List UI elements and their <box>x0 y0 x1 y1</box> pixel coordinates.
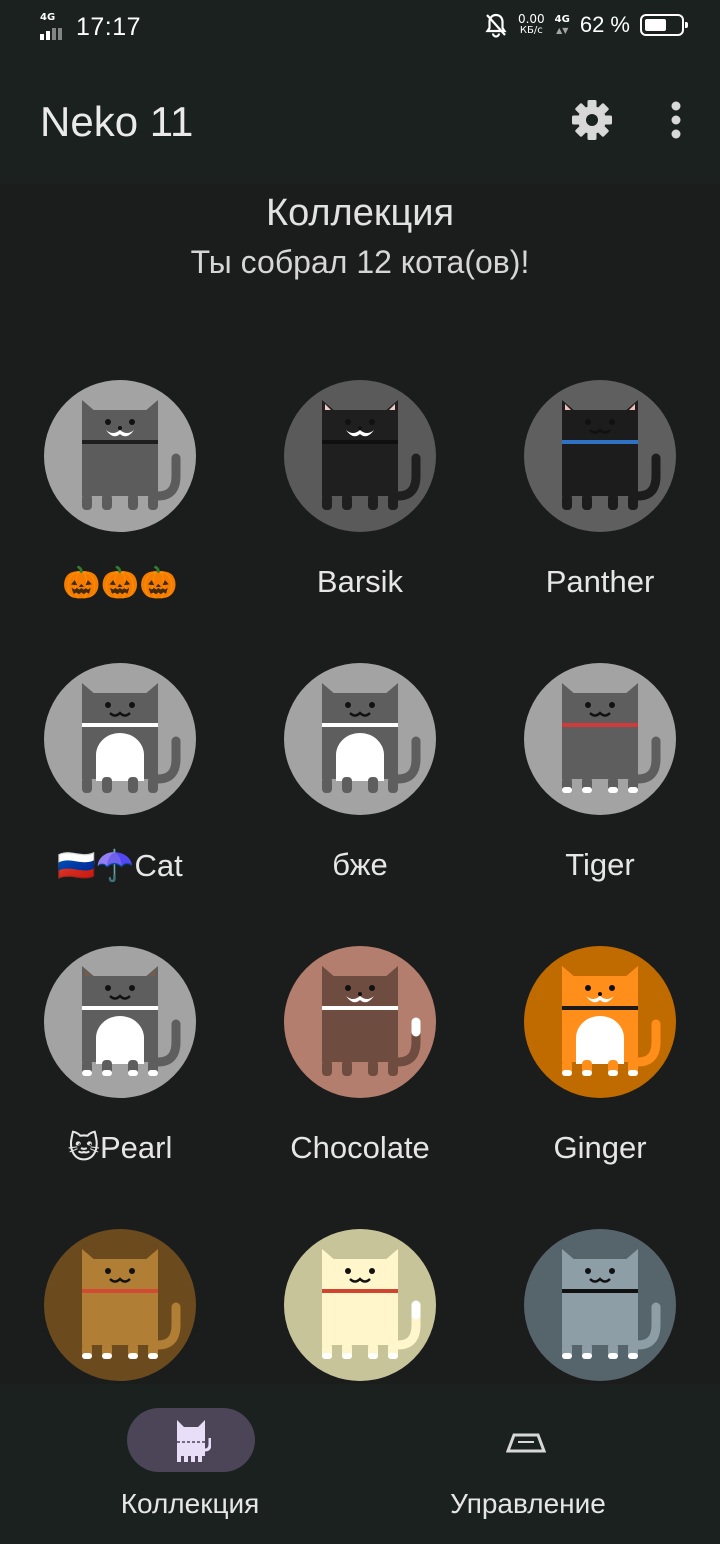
overflow-menu-button[interactable] <box>656 98 696 142</box>
cat-name: Ginger <box>553 1130 647 1165</box>
nav-label-controls: Управление <box>450 1488 606 1519</box>
cat-avatar[interactable] <box>44 663 196 815</box>
cat-icon <box>284 946 436 1098</box>
cat-avatar[interactable] <box>44 1229 196 1381</box>
data-rate: 0.00 КБ/с <box>518 13 545 37</box>
settings-button[interactable] <box>570 98 614 142</box>
cat-card[interactable]: Tiger <box>480 663 720 946</box>
cat-card[interactable] <box>240 1229 480 1384</box>
cat-icon <box>524 380 676 532</box>
cat-icon <box>44 1229 196 1381</box>
nav-label-collection: Коллекция <box>120 1488 260 1519</box>
cat-avatar[interactable] <box>284 1229 436 1381</box>
controls-icon <box>506 1433 546 1453</box>
clock: 17:17 <box>76 12 142 41</box>
cat-icon <box>284 663 436 815</box>
cat-card[interactable]: бже <box>240 663 480 946</box>
cat-name: Tiger <box>565 847 635 882</box>
app-title: Neko 11 <box>40 98 194 145</box>
cat-name: бже <box>332 847 388 882</box>
cat-icon <box>44 380 196 532</box>
network-type-label: 4G <box>40 12 56 23</box>
cat-icon <box>44 663 196 815</box>
cat-avatar[interactable] <box>524 663 676 815</box>
cat-grid: 🎃🎃🎃 Barsik Panther 🇷🇺☂️Cat бже Tiger 🐱Pearl Cho… <box>0 380 720 1384</box>
cat-card[interactable]: Panther <box>480 380 720 663</box>
cat-avatar[interactable] <box>284 380 436 532</box>
cat-card[interactable]: Barsik <box>240 380 480 663</box>
cat-name: 🎃🎃🎃 <box>62 565 178 600</box>
signal-icon: 4G <box>40 12 70 42</box>
cat-card[interactable]: 🇷🇺☂️Cat <box>0 663 240 946</box>
collection-count: Ты собрал 12 кота(ов)! <box>190 244 530 280</box>
cat-card[interactable]: Ginger <box>480 946 720 1229</box>
status-left: 4G 17:17 <box>40 12 141 42</box>
collection-title: Коллекция <box>265 192 455 234</box>
cat-name: Chocolate <box>290 1130 430 1165</box>
cat-icon <box>524 1229 676 1381</box>
cat-name: Barsik <box>316 564 404 599</box>
cat-avatar[interactable] <box>524 380 676 532</box>
cat-icon <box>524 663 676 815</box>
cat-name: Panther <box>545 564 655 599</box>
cat-card[interactable]: 🎃🎃🎃 <box>0 380 240 663</box>
cat-avatar[interactable] <box>524 946 676 1098</box>
cat-avatar[interactable] <box>524 1229 676 1381</box>
nav-tab-controls[interactable]: Управление <box>360 1384 720 1544</box>
cat-avatar[interactable] <box>44 380 196 532</box>
cat-icon <box>524 946 676 1098</box>
cat-card[interactable] <box>480 1229 720 1384</box>
cat-avatar[interactable] <box>284 663 436 815</box>
cat-icon <box>284 380 436 532</box>
cat-name: 🇷🇺☂️Cat <box>57 848 183 883</box>
cat-icon <box>284 1229 436 1381</box>
cat-icon <box>177 1420 211 1462</box>
bottom-navigation: Коллекция Управление <box>0 1384 720 1544</box>
gear-icon <box>572 100 612 140</box>
nav-tab-collection[interactable]: Коллекция <box>0 1384 360 1544</box>
cat-name: 🐱Pearl <box>67 1130 173 1165</box>
data-rate-value: 0.00 <box>517 12 545 26</box>
cat-icon <box>44 946 196 1098</box>
more-vert-icon <box>671 101 681 139</box>
network-activity-icon: 4G ▲▼ <box>554 14 570 35</box>
battery-icon <box>640 14 688 36</box>
status-bar: 4G 17:17 0.00 КБ/с 4G ▲▼ 62 % <box>0 0 720 60</box>
cat-card[interactable] <box>0 1229 240 1384</box>
cat-avatar[interactable] <box>284 946 436 1098</box>
battery-percent: 62 % <box>579 12 630 37</box>
cat-card[interactable]: 🐱Pearl <box>0 946 240 1229</box>
network-type-label-2: 4G <box>554 14 570 25</box>
bell-off-icon <box>485 13 507 38</box>
app-bar: Neko 11 <box>0 60 720 184</box>
battery-level-fill <box>645 19 666 31</box>
status-right: 0.00 КБ/с 4G ▲▼ 62 % <box>484 12 688 38</box>
cat-avatar[interactable] <box>44 946 196 1098</box>
cat-card[interactable]: Chocolate <box>240 946 480 1229</box>
data-rate-unit: КБ/с <box>519 25 543 36</box>
